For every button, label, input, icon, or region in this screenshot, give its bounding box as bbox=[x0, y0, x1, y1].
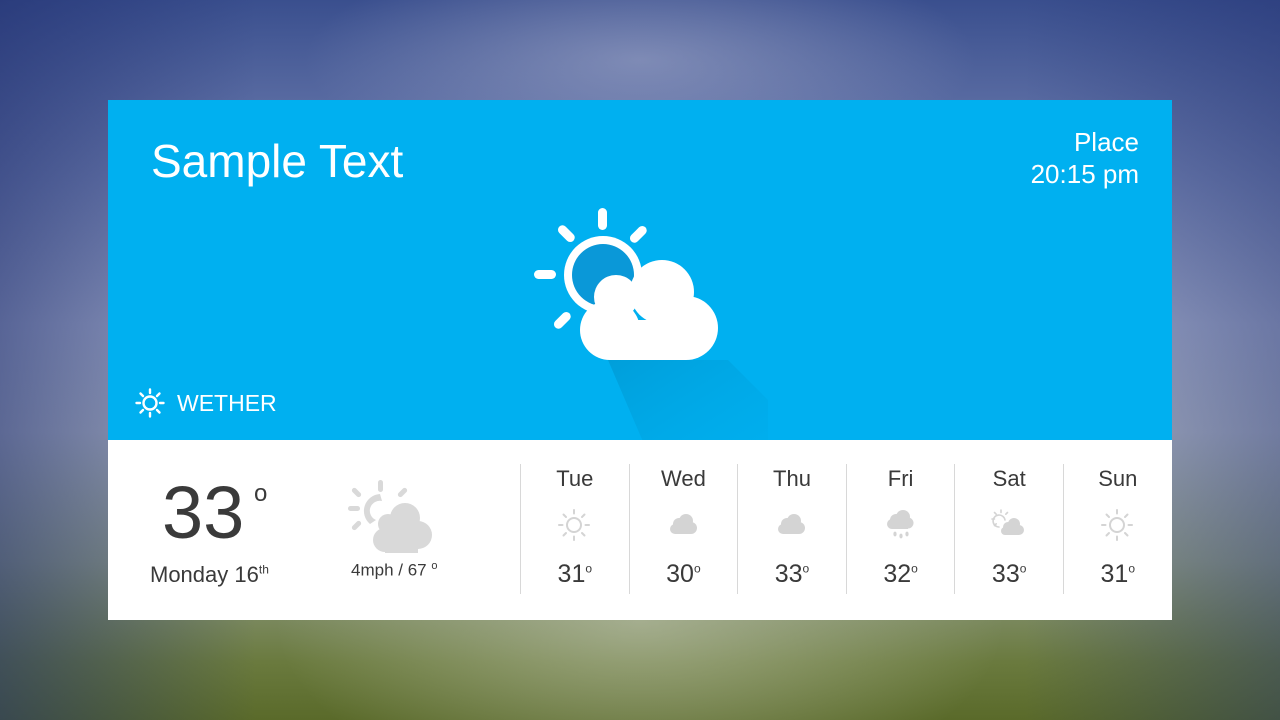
place-label: Place bbox=[1073, 127, 1139, 157]
cloud-icon bbox=[778, 514, 806, 534]
forecast-day: Sun 31o bbox=[1062, 464, 1172, 594]
sun-behind-cloud-icon bbox=[534, 208, 768, 440]
partly-cloudy-icon bbox=[348, 480, 432, 553]
forecast-day-name: Thu bbox=[773, 466, 811, 491]
hero-panel: Sample Text Place 20:15 pm WETHER bbox=[108, 100, 1172, 440]
forecast-day: Wed 30o bbox=[628, 464, 738, 594]
forecast-day: Tue 31o bbox=[520, 464, 629, 594]
forecast-day-name: Fri bbox=[887, 466, 914, 491]
brand: WETHER bbox=[135, 388, 277, 418]
forecast-day-name: Tue bbox=[556, 466, 594, 491]
forecast-degree-symbol: o bbox=[911, 561, 918, 576]
forecast-temp: 30o bbox=[630, 560, 738, 589]
forecast-day: Fri 32o bbox=[845, 464, 955, 594]
forecast-temp-value: 33 bbox=[991, 560, 1020, 588]
partly-cloudy-icon bbox=[991, 509, 1025, 535]
wind-info: 4mph / 67 o bbox=[351, 560, 437, 581]
current-day: Monday 16 bbox=[150, 562, 259, 587]
forecast-temp-value: 30 bbox=[666, 560, 694, 588]
brand-label: WETHER bbox=[177, 389, 277, 416]
forecast-temp-value: 33 bbox=[774, 560, 803, 588]
sun-icon bbox=[558, 509, 590, 541]
forecast-temp-value: 31 bbox=[557, 560, 586, 588]
hero-title: Sample Text bbox=[151, 135, 404, 187]
cloud-icon bbox=[669, 514, 697, 534]
forecast-day: Sat 33o bbox=[954, 464, 1063, 594]
forecast-day-name: Wed bbox=[660, 466, 706, 491]
forecast-list: Tue 31o Wed 30o Thu 33o Fri 32o Sat 33o … bbox=[520, 464, 1172, 594]
forecast-degree-symbol: o bbox=[585, 561, 593, 576]
rain-cloud-icon bbox=[886, 510, 914, 539]
weather-card: Sample Text Place 20:15 pm WETHER 33 o M… bbox=[108, 100, 1172, 620]
place-time-block: Place 20:15 pm bbox=[1031, 126, 1139, 190]
current-degree-symbol: o bbox=[254, 480, 268, 507]
wind-degree-symbol: o bbox=[431, 560, 438, 572]
current-date: Monday 16th bbox=[150, 562, 269, 588]
forecast-temp: 33o bbox=[955, 560, 1063, 589]
forecast-degree-symbol: o bbox=[802, 561, 810, 576]
forecast-degree-symbol: o bbox=[1019, 561, 1027, 576]
forecast-degree-symbol: o bbox=[1128, 561, 1136, 576]
forecast-day: Thu 33o bbox=[737, 464, 846, 594]
forecast-degree-symbol: o bbox=[693, 561, 701, 576]
forecast-day-name: Sat bbox=[992, 466, 1026, 491]
wind-value: 4mph / 67 bbox=[351, 560, 427, 580]
sun-icon bbox=[135, 388, 165, 418]
details-panel: 33 o Monday 16th 4mph / 67 o Tue 31o Wed… bbox=[108, 440, 1172, 620]
forecast-day-name: Sun bbox=[1098, 466, 1138, 491]
forecast-temp: 32o bbox=[847, 560, 955, 589]
forecast-temp-value: 31 bbox=[1100, 560, 1129, 588]
current-temperature: 33 bbox=[162, 471, 245, 554]
forecast-temp: 33o bbox=[738, 560, 846, 589]
current-day-suffix: th bbox=[258, 562, 269, 577]
time-label: 20:15 pm bbox=[1030, 159, 1139, 189]
forecast-temp-value: 32 bbox=[883, 560, 912, 588]
forecast-temp: 31o bbox=[521, 560, 629, 589]
sun-icon bbox=[1100, 509, 1133, 541]
forecast-temp: 31o bbox=[1064, 560, 1172, 589]
